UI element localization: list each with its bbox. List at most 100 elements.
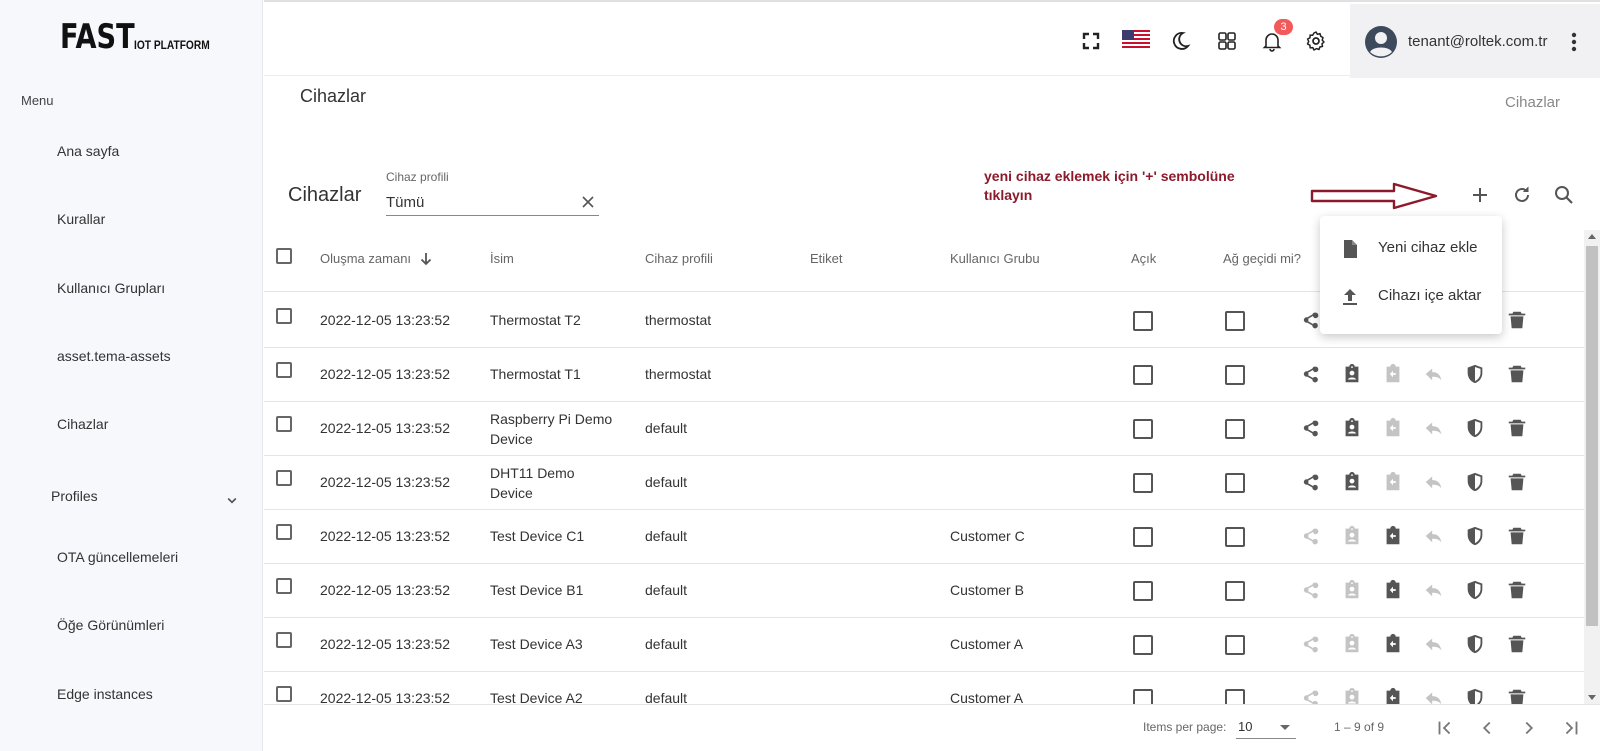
unassign-from-customer-icon[interactable] [1382,363,1404,385]
sort-arrow-down-icon[interactable] [419,252,433,266]
security-shield-icon[interactable] [1464,471,1486,493]
row-public-checkbox[interactable] [1133,419,1153,439]
scroll-down-arrow[interactable] [1588,695,1596,700]
header-public[interactable]: Açık [1131,251,1156,266]
scroll-thumb[interactable] [1586,246,1598,626]
row-checkbox[interactable] [276,362,292,378]
security-shield-icon[interactable] [1464,579,1486,601]
apps-grid-icon[interactable] [1215,29,1239,53]
items-per-page-select[interactable]: 10 [1236,715,1296,739]
row-public-checkbox[interactable] [1133,365,1153,385]
row-gateway-checkbox[interactable] [1225,581,1245,601]
row-public-checkbox[interactable] [1133,635,1153,655]
delete-trash-icon[interactable] [1506,363,1528,385]
last-page-icon[interactable] [1560,717,1582,739]
brand-logo[interactable]: FAST IOT PLATFORM [60,20,223,54]
share-icon[interactable] [1300,525,1322,547]
row-gateway-checkbox[interactable] [1225,419,1245,439]
row-checkbox[interactable] [276,416,292,432]
sidebar-item-edge-instances[interactable]: Edge instances [57,686,153,702]
clear-icon[interactable] [581,195,595,209]
fullscreen-icon[interactable] [1079,29,1103,53]
table-row[interactable]: 2022-12-05 13:23:52 Test Device B1 defau… [264,563,1584,618]
table-row[interactable]: 2022-12-05 13:23:52 Test Device C1 defau… [264,509,1584,564]
reply-arrow-icon[interactable] [1423,633,1445,655]
settings-gear-icon[interactable] [1304,29,1328,53]
row-gateway-checkbox[interactable] [1225,311,1245,331]
header-label[interactable]: Etiket [810,251,843,266]
unassign-from-customer-icon[interactable] [1382,579,1404,601]
sidebar-item-widget-views[interactable]: Öğe Görünümleri [57,617,164,633]
sidebar-item-customer-groups[interactable]: Kullanıcı Grupları [57,280,165,296]
sidebar-item-assets[interactable]: asset.tema-assets [57,348,171,364]
table-scrollbar[interactable] [1584,230,1600,704]
chevron-down-icon[interactable] [224,493,240,509]
row-gateway-checkbox[interactable] [1225,527,1245,547]
row-checkbox[interactable] [276,686,292,702]
reply-arrow-icon[interactable] [1423,579,1445,601]
row-checkbox[interactable] [276,308,292,324]
sidebar-item-home[interactable]: Ana sayfa [57,143,119,159]
share-icon[interactable] [1300,579,1322,601]
row-checkbox[interactable] [276,470,292,486]
assign-to-customer-icon[interactable] [1341,633,1363,655]
reply-arrow-icon[interactable] [1423,525,1445,547]
select-all-checkbox[interactable] [276,248,292,264]
sidebar-item-profiles[interactable]: Profiles [51,488,98,504]
unassign-from-customer-icon[interactable] [1382,525,1404,547]
reply-arrow-icon[interactable] [1423,417,1445,439]
row-checkbox[interactable] [276,524,292,540]
share-icon[interactable] [1300,471,1322,493]
assign-to-customer-icon[interactable] [1341,363,1363,385]
header-is-gateway[interactable]: Ağ geçidi mi? [1223,251,1301,266]
us-flag-icon[interactable] [1122,30,1150,50]
sidebar-item-rules[interactable]: Kurallar [57,211,105,227]
delete-trash-icon[interactable] [1506,633,1528,655]
first-page-icon[interactable] [1434,717,1456,739]
assign-to-customer-icon[interactable] [1341,525,1363,547]
dark-mode-moon-icon[interactable] [1168,29,1192,53]
delete-trash-icon[interactable] [1506,309,1528,331]
table-row[interactable]: 2022-12-05 13:23:52 Test Device A3 defau… [264,617,1584,672]
share-icon[interactable] [1300,417,1322,439]
device-profile-filter-input[interactable]: Tümü [386,190,599,216]
previous-page-icon[interactable] [1476,717,1498,739]
table-row[interactable]: 2022-12-05 13:23:52 Raspberry Pi Demo De… [264,401,1584,456]
header-name[interactable]: İsim [490,251,514,266]
share-icon[interactable] [1300,633,1322,655]
assign-to-customer-icon[interactable] [1341,687,1363,704]
unassign-from-customer-icon[interactable] [1382,417,1404,439]
row-checkbox[interactable] [276,632,292,648]
security-shield-icon[interactable] [1464,363,1486,385]
import-device-menu-item[interactable]: Cihazı içe aktar [1320,273,1502,321]
header-customer-group[interactable]: Kullanıcı Grubu [950,251,1040,266]
security-shield-icon[interactable] [1464,687,1486,704]
security-shield-icon[interactable] [1464,525,1486,547]
breadcrumb[interactable]: Cihazlar [1505,94,1560,111]
share-icon[interactable] [1300,363,1322,385]
row-public-checkbox[interactable] [1133,689,1153,704]
delete-trash-icon[interactable] [1506,417,1528,439]
unassign-from-customer-icon[interactable] [1382,633,1404,655]
delete-trash-icon[interactable] [1506,687,1528,704]
add-icon[interactable] [1468,183,1492,207]
header-device-profile[interactable]: Cihaz profili [645,251,713,266]
row-public-checkbox[interactable] [1133,581,1153,601]
refresh-icon[interactable] [1510,183,1534,207]
next-page-icon[interactable] [1518,717,1540,739]
row-gateway-checkbox[interactable] [1225,635,1245,655]
assign-to-customer-icon[interactable] [1341,579,1363,601]
header-created-time[interactable]: Oluşma zamanı [320,251,433,266]
row-gateway-checkbox[interactable] [1225,473,1245,493]
row-public-checkbox[interactable] [1133,527,1153,547]
share-icon[interactable] [1300,309,1322,331]
add-new-device-menu-item[interactable]: Yeni cihaz ekle [1320,225,1502,273]
search-icon[interactable] [1552,183,1576,207]
row-public-checkbox[interactable] [1133,311,1153,331]
table-row[interactable]: 2022-12-05 13:23:52 DHT11 Demo Device de… [264,455,1584,510]
row-checkbox[interactable] [276,578,292,594]
table-row[interactable]: 2022-12-05 13:23:52 Test Device A2 defau… [264,671,1584,704]
security-shield-icon[interactable] [1464,417,1486,439]
scroll-up-arrow[interactable] [1588,234,1596,239]
assign-to-customer-icon[interactable] [1341,417,1363,439]
